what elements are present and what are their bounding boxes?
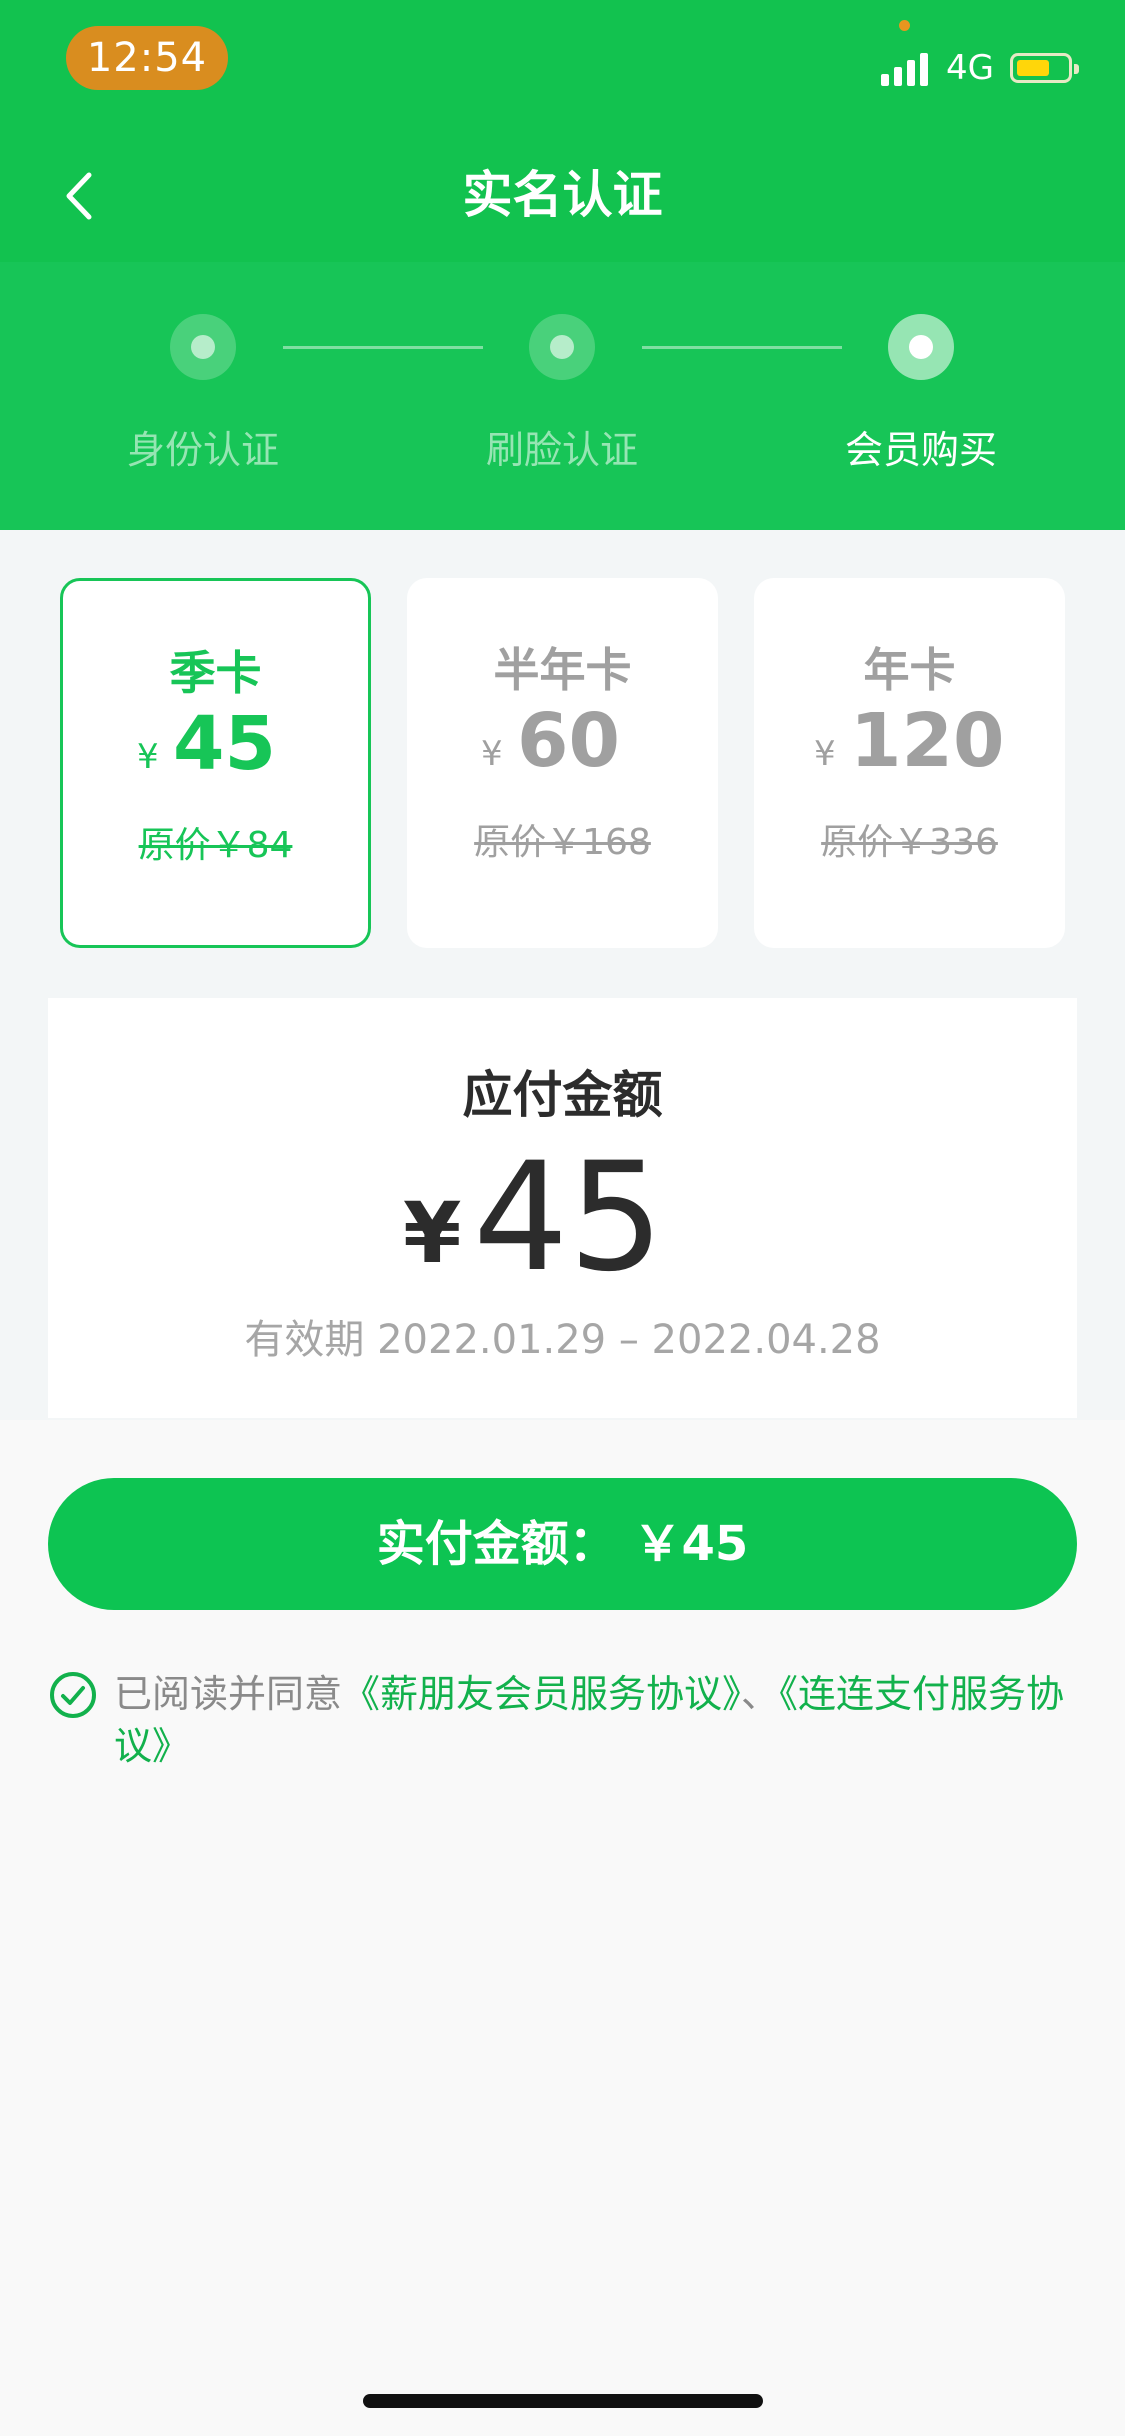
agreement-prefix: 已阅读并同意 [114, 1672, 343, 1716]
battery-icon [1010, 53, 1079, 83]
plan-name: 季卡 [169, 646, 262, 700]
plan-card-half-year[interactable]: 半年卡 ¥ 60 原价￥168 [407, 578, 718, 948]
agreement-checkbox[interactable] [48, 1670, 98, 1720]
plan-card-annual[interactable]: 年卡 ¥ 120 原价￥336 [754, 578, 1065, 948]
payment-amount-value: 45 [473, 1131, 664, 1305]
plan-price-value: 60 [517, 698, 620, 784]
plan-original-price: 原价￥168 [474, 822, 651, 863]
agreement-separator: 、 [741, 1672, 780, 1716]
plan-name: 半年卡 [493, 643, 632, 697]
currency-symbol: ¥ [814, 734, 836, 774]
payment-title: 应付金额 [462, 1066, 663, 1124]
signal-icon [881, 52, 933, 86]
network-label: 4G [946, 48, 994, 88]
membership-agreement-link[interactable]: 《薪朋友会员服务协议》 [342, 1672, 741, 1716]
step-label-face: 刷脸认证 [485, 428, 638, 472]
step-connector [642, 346, 842, 349]
status-time: 12:54 [66, 26, 228, 90]
step-indicator-membership [888, 314, 954, 380]
validity-period: 有效期 2022.01.29 – 2022.04.28 [244, 1317, 881, 1363]
plan-price: ¥ 60 [407, 696, 718, 786]
camera-indicator-icon [899, 20, 910, 31]
pay-button[interactable]: 实付金额： ￥45 [48, 1478, 1077, 1610]
payment-amount: ¥ 45 [48, 1138, 1077, 1298]
page-title: 实名认证 [462, 166, 663, 224]
plan-price: ¥ 120 [754, 696, 1065, 786]
plan-price: ¥ 45 [63, 699, 368, 789]
plan-original-price: 原价￥84 [138, 825, 293, 866]
plan-price-value: 45 [173, 701, 276, 787]
chevron-left-icon [66, 172, 92, 220]
check-circle-icon [50, 1672, 96, 1718]
step-indicator-face [529, 314, 595, 380]
back-button[interactable] [50, 166, 110, 226]
plan-card-quarterly[interactable]: 季卡 ¥ 45 原价￥84 [60, 578, 371, 948]
step-label-membership: 会员购买 [844, 428, 997, 472]
stepper-background [0, 262, 1125, 530]
home-indicator[interactable] [363, 2394, 763, 2408]
plan-name: 年卡 [863, 643, 956, 697]
step-indicator-identity [170, 314, 236, 380]
step-label-identity: 身份认证 [126, 428, 279, 472]
currency-symbol: ¥ [137, 737, 159, 777]
payment-currency-symbol: ¥ [403, 1184, 462, 1282]
plan-price-value: 120 [850, 698, 1005, 784]
payment-summary: 应付金额 ¥ 45 有效期 2022.01.29 – 2022.04.28 [48, 998, 1077, 1418]
agreement-text: 已阅读并同意《薪朋友会员服务协议》、《连连支付服务协议》 [114, 1668, 1074, 1772]
currency-symbol: ¥ [481, 734, 503, 774]
step-connector [283, 346, 483, 349]
plan-original-price: 原价￥336 [821, 822, 998, 863]
